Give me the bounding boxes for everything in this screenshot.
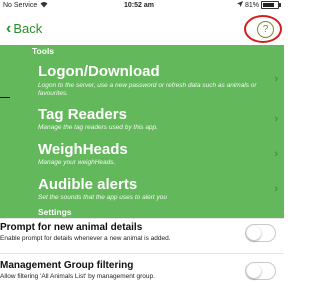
chevron-left-icon: ‹ <box>6 19 12 37</box>
tool-item-audible-alerts[interactable]: Audible alerts Set the sounds that the a… <box>0 171 284 207</box>
chevron-right-icon: › <box>274 113 278 125</box>
nav-bar: ‹ Back ? <box>0 14 284 45</box>
status-right: 81% <box>236 1 281 9</box>
tool-subtitle: Manage the tag readers used by this app. <box>38 124 158 131</box>
status-bar: No Service 10:52 am 81% <box>0 0 284 14</box>
setting-title: Prompt for new animal details <box>0 222 143 233</box>
tool-item-weighheads[interactable]: WeighHeads Manage your weighHeads. › <box>0 136 284 172</box>
help-button[interactable]: ? <box>257 21 274 38</box>
toggle-knob <box>247 226 261 240</box>
section-header-tools: Tools <box>0 45 284 57</box>
tool-title: Audible alerts <box>38 176 138 193</box>
toggle-knob <box>247 264 261 278</box>
section-header-settings: Settings <box>0 206 284 218</box>
tool-item-logon-download[interactable]: Logon/Download Logon to the server, use … <box>0 57 284 102</box>
screen: No Service 10:52 am 81% ‹ Back ? Tools L… <box>0 0 284 289</box>
management-group-toggle[interactable] <box>245 262 276 280</box>
prompt-new-animal-toggle[interactable] <box>245 224 276 242</box>
tool-subtitle: Manage your weighHeads. <box>38 159 116 166</box>
tool-subtitle: Logon to the server, use a new password … <box>38 82 257 97</box>
setting-item-management-group: Management Group filtering Allow filteri… <box>0 253 284 289</box>
tool-item-tag-readers[interactable]: Tag Readers Manage the tag readers used … <box>0 101 284 137</box>
location-icon <box>236 1 243 9</box>
back-label: Back <box>13 21 43 36</box>
chevron-right-icon: › <box>274 73 278 85</box>
battery-text: 81% <box>244 1 259 9</box>
battery-level <box>263 3 274 7</box>
wifi-icon <box>40 1 48 10</box>
tool-title: WeighHeads <box>38 141 128 158</box>
edge-pointer-line <box>0 97 10 98</box>
chevron-right-icon: › <box>274 183 278 195</box>
settings-header-label: Settings <box>38 207 72 217</box>
setting-description: Allow filtering 'All Animals List' by ma… <box>0 273 155 280</box>
carrier-text: No Service <box>3 2 38 9</box>
chevron-right-icon: › <box>274 148 278 160</box>
back-button[interactable]: ‹ Back <box>6 19 43 37</box>
tools-header-label: Tools <box>32 46 55 56</box>
tool-subtitle: Set the sounds that the app uses to aler… <box>38 194 168 201</box>
tool-title: Logon/Download <box>38 63 160 80</box>
setting-title: Management Group filtering <box>0 260 134 271</box>
tool-title: Tag Readers <box>38 106 127 123</box>
setting-item-prompt-new-animal: Prompt for new animal details Enable pro… <box>0 218 284 254</box>
help-icon: ? <box>262 24 269 35</box>
status-time: 10:52 am <box>124 2 154 9</box>
setting-description: Enable prompt for details whenever a new… <box>0 235 171 242</box>
battery-icon <box>261 1 281 9</box>
